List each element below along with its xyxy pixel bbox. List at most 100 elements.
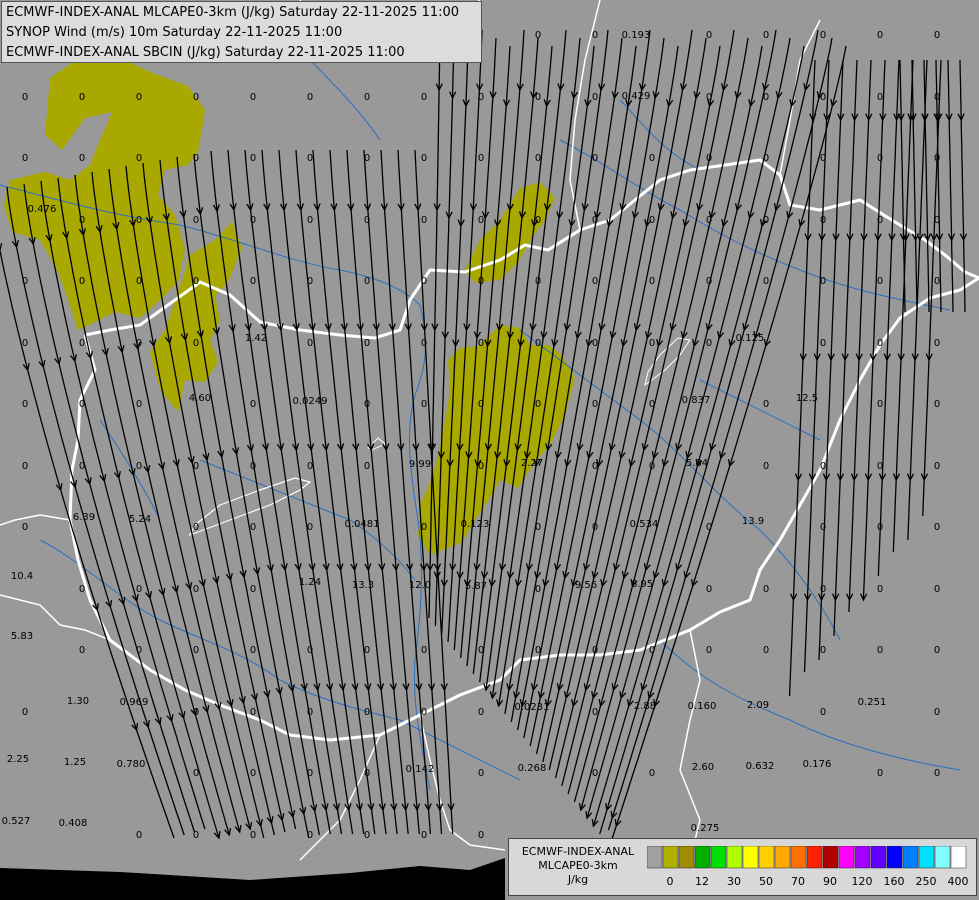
sbcin-zero: 0 <box>820 338 826 349</box>
legend-tick-label: 400 <box>947 875 969 888</box>
sbcin-zero: 0 <box>934 707 940 718</box>
sbcin-zero: 0 <box>421 92 427 103</box>
sbcin-zero: 0 <box>820 584 826 595</box>
sbcin-zero: 0 <box>820 153 826 164</box>
sbcin-zero: 0 <box>193 153 199 164</box>
sbcin-zero: 0 <box>934 30 940 41</box>
sbcin-zero: 0 <box>307 522 313 533</box>
sbcin-zero: 0 <box>763 399 769 410</box>
legend-swatch <box>870 846 887 869</box>
sbcin-zero: 0 <box>706 338 712 349</box>
sbcin-zero: 0 <box>763 30 769 41</box>
sbcin-zero: 0 <box>877 645 883 656</box>
sbcin-zero: 0 <box>934 768 940 779</box>
legend-label-unit: J/kg <box>567 873 589 886</box>
legend-swatch <box>710 846 727 869</box>
sbcin-value: 13.3 <box>352 580 374 591</box>
sbcin-zero: 0 <box>478 461 484 472</box>
sbcin-zero: 0 <box>535 92 541 103</box>
sbcin-zero: 0 <box>193 461 199 472</box>
legend-label: ECMWF-INDEX-ANAL MLCAPE0-3km J/kg <box>515 845 641 887</box>
sbcin-zero: 0 <box>877 522 883 533</box>
legend-tick-label: 70 <box>791 875 805 888</box>
sbcin-zero: 0 <box>421 215 427 226</box>
sbcin-zero: 0 <box>706 276 712 287</box>
legend-label-model: ECMWF-INDEX-ANAL <box>521 845 635 858</box>
sbcin-value: 0.142 <box>406 764 435 775</box>
sbcin-zero: 0 <box>763 584 769 595</box>
sbcin-zero: 0 <box>136 153 142 164</box>
sbcin-value: 0.275 <box>691 823 720 834</box>
sbcin-zero: 0 <box>649 399 655 410</box>
sbcin-zero: 0 <box>364 399 370 410</box>
sbcin-value: 0.632 <box>746 761 775 772</box>
sbcin-zero: 0 <box>79 338 85 349</box>
sbcin-zero: 0 <box>421 707 427 718</box>
sbcin-zero: 0 <box>307 153 313 164</box>
sbcin-zero: 0 <box>307 707 313 718</box>
sbcin-value: 0.429 <box>622 91 651 102</box>
sbcin-zero: 0 <box>22 707 28 718</box>
sbcin-zero: 0 <box>535 584 541 595</box>
sbcin-zero: 0 <box>877 338 883 349</box>
sbcin-zero: 0 <box>592 399 598 410</box>
legend-swatch <box>950 846 967 869</box>
sbcin-zero: 0 <box>706 30 712 41</box>
legend-tick-label: 90 <box>823 875 837 888</box>
legend-color-scale <box>647 846 967 869</box>
sbcin-zero: 0 <box>136 276 142 287</box>
sbcin-zero: 0 <box>877 92 883 103</box>
sbcin-zero: 0 <box>250 399 256 410</box>
sbcin-zero: 0 <box>934 215 940 226</box>
sbcin-zero: 0 <box>364 830 370 841</box>
sbcin-zero: 0 <box>820 461 826 472</box>
sbcin-zero: 0 <box>706 645 712 656</box>
sbcin-zero: 0 <box>478 276 484 287</box>
legend-ticks: 0 12 30 50 70 90 120 160 250 400 <box>647 875 977 889</box>
sbcin-zero: 0 <box>934 584 940 595</box>
title-synop-wind: SYNOP Wind (m/s) 10m Saturday 22-11-2025… <box>6 25 343 40</box>
sbcin-zero: 0 <box>820 30 826 41</box>
sbcin-zero: 0 <box>193 830 199 841</box>
sbcin-zero: 0 <box>250 707 256 718</box>
sbcin-zero: 0 <box>934 522 940 533</box>
sbcin-zero: 0 <box>592 461 598 472</box>
sbcin-zero: 0 <box>706 153 712 164</box>
legend-swatch <box>774 846 791 869</box>
legend-tick-label: 120 <box>851 875 873 888</box>
sbcin-zero: 0 <box>763 276 769 287</box>
sbcin-zero: 0 <box>421 338 427 349</box>
sbcin-value: 0.837 <box>682 395 711 406</box>
sbcin-zero: 0 <box>934 645 940 656</box>
sbcin-zero: 0 <box>79 153 85 164</box>
sbcin-value: 0.193 <box>622 30 651 41</box>
legend-tick-label: 12 <box>695 875 709 888</box>
sbcin-value: 6.95 <box>631 579 653 590</box>
sbcin-zero: 0 <box>307 830 313 841</box>
sbcin-zero: 0 <box>763 461 769 472</box>
sbcin-zero: 0 <box>478 92 484 103</box>
sbcin-zero: 0 <box>478 645 484 656</box>
sbcin-zero: 0 <box>820 215 826 226</box>
sbcin-zero: 0 <box>193 707 199 718</box>
sbcin-zero: 0 <box>649 153 655 164</box>
sbcin-value: 0.969 <box>120 697 149 708</box>
sbcin-value: 12.5 <box>796 393 818 404</box>
sbcin-zero: 0 <box>364 215 370 226</box>
title-mlcape: ECMWF-INDEX-ANAL MLCAPE0-3km (J/kg) Satu… <box>6 5 460 20</box>
sbcin-value: 1.42 <box>245 333 267 344</box>
sbcin-zero: 0 <box>364 276 370 287</box>
sbcin-zero: 0 <box>877 399 883 410</box>
sbcin-value: 9.56 <box>575 580 597 591</box>
sbcin-value: 5.24 <box>129 514 151 525</box>
sbcin-zero: 0 <box>877 768 883 779</box>
sbcin-zero: 0 <box>934 461 940 472</box>
sbcin-zero: 0 <box>250 92 256 103</box>
sbcin-zero: 0 <box>592 92 598 103</box>
sbcin-zero: 0 <box>250 768 256 779</box>
legend-swatch <box>662 846 679 869</box>
legend-swatch <box>742 846 759 869</box>
sbcin-zero: 0 <box>535 522 541 533</box>
legend-swatch <box>854 846 871 869</box>
sbcin-zero: 0 <box>22 461 28 472</box>
